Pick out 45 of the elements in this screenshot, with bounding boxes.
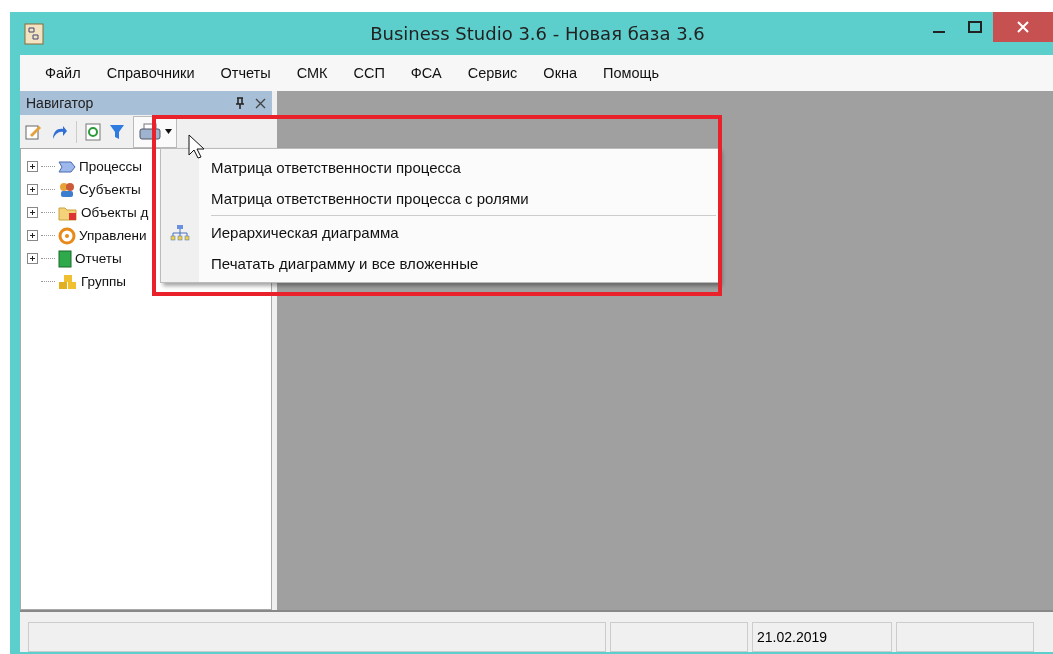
expand-icon[interactable] [27, 161, 38, 172]
tree-item[interactable]: Процессы [79, 159, 142, 174]
menu-item[interactable]: Сервис [454, 65, 531, 81]
menu-item[interactable]: СМК [283, 65, 341, 81]
menu-item[interactable]: Справочники [93, 65, 208, 81]
tree-item[interactable]: Группы [81, 274, 126, 289]
minimize-icon [933, 31, 945, 33]
tree-item[interactable]: Управлени [79, 228, 147, 243]
caret-icon [164, 129, 172, 134]
close-icon[interactable] [255, 97, 266, 109]
folder-icon [58, 204, 78, 221]
wheel-icon [58, 226, 76, 245]
tree-item[interactable]: Субъекты [79, 182, 141, 197]
menu-item[interactable]: Окна [530, 65, 591, 81]
menu-item[interactable]: Файл [32, 65, 94, 81]
refresh-icon[interactable] [85, 122, 101, 141]
menu-option[interactable]: Матрица ответственности процесса [199, 159, 461, 176]
status-date: 21.02.2019 [752, 622, 892, 652]
menu-item[interactable]: Отчеты [207, 65, 284, 81]
menu-item[interactable]: ФСА [397, 65, 455, 81]
book-icon [58, 249, 72, 268]
people-icon [58, 181, 76, 198]
tree-item[interactable]: Отчеты [75, 251, 122, 266]
panel-title: Навигатор [26, 95, 95, 111]
chevron-shape-icon [58, 159, 76, 174]
menu-item[interactable]: Помощь [590, 65, 673, 81]
expand-icon[interactable] [27, 253, 38, 264]
expand-icon[interactable] [27, 230, 38, 241]
app-icon [24, 22, 44, 45]
close-icon [1017, 21, 1029, 33]
menu-item[interactable]: ССП [340, 65, 398, 81]
menu-option[interactable]: Печатать диаграмму и все вложенные [199, 255, 479, 272]
filter-icon[interactable] [109, 122, 125, 141]
maximize-icon [968, 21, 982, 33]
pin-icon[interactable] [235, 97, 245, 109]
menu-option[interactable]: Иерархическая диаграмма [199, 224, 399, 241]
printer-icon [138, 122, 163, 141]
expand-icon[interactable] [27, 184, 38, 195]
close-button[interactable] [993, 12, 1053, 42]
cubes-icon [58, 273, 78, 290]
hierarchy-icon [170, 224, 190, 241]
expand-icon[interactable] [27, 207, 38, 218]
tree-item[interactable]: Объекты д [81, 205, 149, 220]
menu-option[interactable]: Матрица ответственности процесса с ролями [199, 190, 529, 207]
window-title: Business Studio 3.6 - Новая база 3.6 [369, 23, 706, 44]
